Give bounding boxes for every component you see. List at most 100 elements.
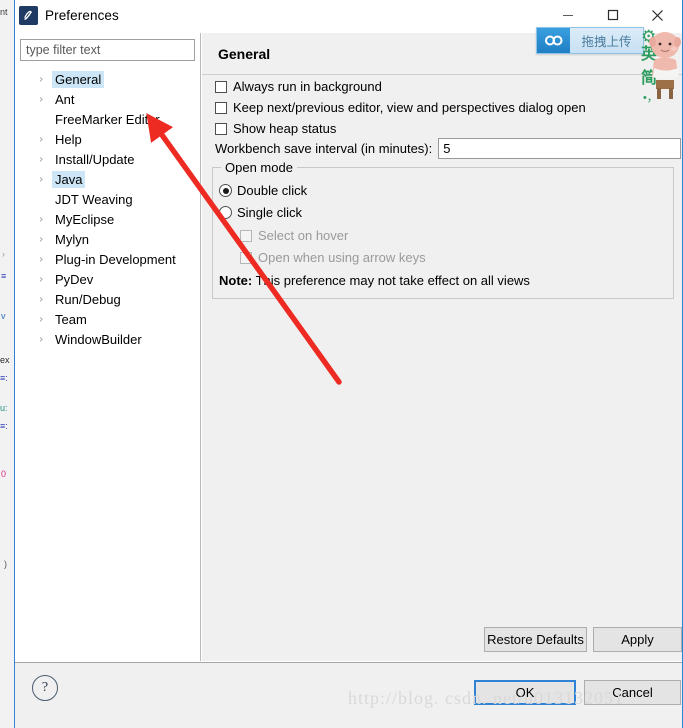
radio-row[interactable]: Single click [219,205,302,220]
radio-label: Single click [237,205,303,220]
sidebar-item-team[interactable]: › Team [17,309,201,329]
preferences-tree: › General › Ant FreeMarker Editor › Help › Insta… [17,69,201,349]
minimize-button[interactable] [545,0,590,30]
restore-defaults-button[interactable]: Restore Defaults [484,627,587,652]
sidebar-item-freemarker-editor[interactable]: FreeMarker Editor [17,109,201,129]
title-divider [202,74,682,75]
general-preferences-page: General Always run in background Keep nex… [202,33,682,661]
sub-checkbox-row: Select on hover [240,228,348,243]
background-fragment: v [1,312,6,321]
maximize-button[interactable] [590,0,635,30]
background-fragment: ≡ [1,272,7,281]
baidu-cloud-icon [537,28,570,53]
ok-button[interactable]: OK [474,680,576,705]
background-fragment: ≡: [0,374,8,383]
sidebar-item-pydev[interactable]: › PyDev [17,269,201,289]
chevron-right-icon[interactable]: › [39,174,48,185]
baidu-upload-label: 拖拽上传 [570,28,643,53]
checkbox-label: Show heap status [233,121,337,136]
sidebar-item-label: WindowBuilder [55,331,142,347]
chevron-right-icon[interactable]: › [39,294,48,305]
checkbox-icon[interactable] [215,101,227,114]
sidebar-item-label: Team [55,311,87,327]
baidu-upload-widget[interactable]: 拖拽上传 [536,27,644,54]
filter-input[interactable] [20,39,195,61]
sidebar-item-myeclipse[interactable]: › MyEclipse [17,209,201,229]
checkbox-row[interactable]: Keep next/previous editor, view and pers… [215,100,586,115]
dialog-body: › General › Ant FreeMarker Editor › Help › Insta… [15,33,682,661]
close-button[interactable] [635,0,680,30]
checkbox-label: Open when using arrow keys [258,250,426,265]
sidebar-item-java[interactable]: › Java [17,169,201,189]
checkbox-row[interactable]: Show heap status [215,121,336,136]
radio-row[interactable]: Double click [219,183,307,198]
preferences-dialog: Preferences › General › Ant FreeMarker Edito… [14,0,683,728]
background-fragment: nt [0,8,8,17]
checkbox-icon[interactable] [215,80,227,93]
sidebar-item-label: Install/Update [55,151,135,167]
chevron-right-icon[interactable]: › [39,94,48,105]
save-interval-row: Workbench save interval (in minutes): [215,138,682,159]
radio-icon[interactable] [219,184,232,197]
radio-icon[interactable] [219,206,232,219]
sidebar-item-label: Java [52,170,86,188]
note-prefix: Note: [219,273,253,288]
sidebar-item-plug-in-development[interactable]: › Plug-in Development [17,249,201,269]
cartoon-baby-icon [648,28,683,108]
apply-button[interactable]: Apply [593,627,682,652]
close-icon [652,9,663,21]
sidebar-item-label: Plug-in Development [55,251,176,267]
background-fragment: ≡: [0,422,8,431]
sidebar-item-label: Mylyn [55,231,89,247]
checkbox-label: Always run in background [233,79,382,94]
sidebar-item-general[interactable]: › General [17,69,201,89]
myeclipse-icon [19,6,38,25]
chevron-right-icon[interactable]: › [39,234,48,245]
sidebar-item-help[interactable]: › Help [17,129,201,149]
sidebar-item-label: Help [55,131,82,147]
open-mode-legend: Open mode [221,160,297,175]
chevron-right-icon[interactable]: › [39,254,48,265]
background-fragment: u: [0,404,8,413]
dialog-footer: ? OK Cancel [15,662,682,728]
chevron-right-icon[interactable]: › [39,314,48,325]
chevron-right-icon[interactable]: › [39,274,48,285]
chevron-right-icon[interactable]: › [39,74,48,85]
sidebar-item-label: FreeMarker Editor [55,111,160,127]
open-mode-note: Note: This preference may not take effec… [219,273,530,288]
checkbox-icon [240,251,252,264]
sidebar-item-label: Run/Debug [55,291,121,307]
checkbox-label: Select on hover [258,228,349,243]
checkbox-row[interactable]: Always run in background [215,79,382,94]
sidebar-item-run-debug[interactable]: › Run/Debug [17,289,201,309]
save-interval-label: Workbench save interval (in minutes): [215,141,433,156]
maximize-icon [607,9,618,21]
save-interval-input[interactable] [438,138,682,159]
sidebar-item-ant[interactable]: › Ant [17,89,201,109]
background-fragment: ) [4,560,7,569]
background-fragment: › [2,250,5,259]
note-text: This preference may not take effect on a… [252,273,530,288]
sidebar-item-label: General [52,70,105,88]
sidebar-item-install-update[interactable]: › Install/Update [17,149,201,169]
checkbox-icon[interactable] [215,122,227,135]
help-icon[interactable]: ? [32,675,58,701]
page-title: General [218,46,271,62]
chevron-right-icon[interactable]: › [39,154,48,165]
minimize-icon [562,15,573,16]
preferences-tree-panel: › General › Ant FreeMarker Editor › Help › Insta… [17,33,201,661]
sub-checkbox-row: Open when using arrow keys [240,250,426,265]
chevron-right-icon[interactable]: › [39,214,48,225]
background-fragment: 0 [1,470,7,479]
sidebar-item-windowbuilder[interactable]: › WindowBuilder [17,329,201,349]
open-mode-group: Open mode Double click Single click Selec… [212,160,674,299]
sidebar-item-jdt-weaving[interactable]: JDT Weaving [17,189,201,209]
sidebar-item-mylyn[interactable]: › Mylyn [17,229,201,249]
background-fragment: ex [0,356,10,365]
checkbox-label: Keep next/previous editor, view and pers… [233,100,586,115]
chevron-right-icon[interactable]: › [39,334,48,345]
sidebar-item-label: Ant [55,91,75,107]
cancel-button[interactable]: Cancel [584,680,681,705]
chevron-right-icon[interactable]: › [39,134,48,145]
dialog-title: Preferences [45,8,119,23]
